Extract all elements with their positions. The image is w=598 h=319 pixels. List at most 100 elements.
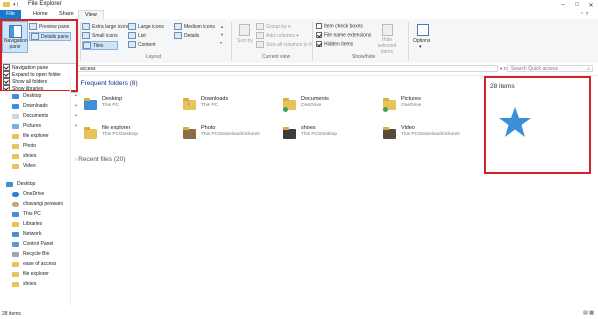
sidebar-item-pictures[interactable]: Pictures ✦ bbox=[12, 121, 78, 131]
show-hide-group-label: Show/hide bbox=[352, 54, 376, 60]
sync-check-icon bbox=[383, 107, 388, 112]
frequent-folders-header[interactable]: ⌄ Frequent folders (8) bbox=[75, 80, 138, 87]
ribbon: Navigation pane Preview pane Details pan… bbox=[0, 12, 598, 64]
layout-scroll-buttons[interactable]: ▲ ▼ ▾ bbox=[220, 23, 224, 47]
search-icon: ⌕ bbox=[587, 66, 590, 72]
quick-access-star-icon bbox=[499, 107, 531, 137]
sidebar-item-shoes[interactable]: shoes bbox=[12, 151, 36, 161]
add-columns-button[interactable]: Add columns ▾ bbox=[256, 32, 299, 39]
quick-access-toolbar[interactable]: ▾ | bbox=[13, 2, 18, 8]
folder-icon bbox=[12, 281, 19, 287]
window-title: File Explorer bbox=[28, 1, 62, 7]
file-name-extensions-checkbox[interactable] bbox=[316, 32, 322, 38]
folder-icon bbox=[12, 93, 19, 99]
pin-icon: ✦ bbox=[74, 113, 78, 118]
libraries-icon bbox=[12, 221, 19, 227]
collapse-ribbon-icon[interactable]: ⌃ ? bbox=[580, 12, 588, 18]
view-toggle-icons[interactable]: ▤ ▦ bbox=[583, 310, 594, 316]
hide-selected-items-icon bbox=[382, 24, 393, 36]
maximize-button[interactable]: □ bbox=[570, 0, 584, 10]
tab-file[interactable]: File bbox=[0, 10, 21, 19]
sidebar-item-this-pc[interactable]: This PC bbox=[12, 209, 41, 219]
pictures-icon bbox=[12, 123, 19, 129]
layout-tiles[interactable]: Tiles bbox=[82, 41, 119, 50]
layout-large-icons[interactable]: Large icons bbox=[128, 23, 164, 30]
folder-icon bbox=[84, 127, 97, 139]
recent-files-header[interactable]: › Recent files (20) bbox=[75, 156, 125, 163]
sidebar-item-onedrive[interactable]: OneDrive bbox=[12, 189, 44, 199]
layout-medium-icons[interactable]: Medium icons bbox=[174, 23, 215, 30]
sidebar-item-video[interactable]: Video bbox=[12, 161, 36, 171]
highlight-navigation-area bbox=[0, 19, 78, 92]
options-icon bbox=[417, 24, 429, 36]
file-name-extensions-toggle[interactable]: File name extensions bbox=[316, 32, 371, 38]
group-by-button[interactable]: Group by ▾ bbox=[256, 23, 290, 30]
folder-tile-file-explorer[interactable]: file explorer This PC\Desktop bbox=[84, 124, 174, 148]
hidden-items-checkbox[interactable] bbox=[316, 41, 322, 47]
cloud-icon bbox=[12, 191, 19, 197]
sidebar-item-downloads[interactable]: Downloads ✦ bbox=[12, 101, 78, 111]
pin-icon: ✦ bbox=[74, 123, 78, 128]
details-item-count: 28 items bbox=[490, 83, 515, 90]
size-all-columns-button[interactable]: Size all columns to fit bbox=[256, 41, 313, 48]
desktop-folder-icon bbox=[84, 98, 97, 110]
folder-tile-downloads[interactable]: ↓ Downloads This PC bbox=[183, 95, 273, 119]
sidebar-item-network[interactable]: Network bbox=[12, 229, 41, 239]
options-button[interactable]: Options ▾ bbox=[411, 21, 433, 51]
folder-icon bbox=[12, 163, 19, 169]
folder-tile-photo[interactable]: Photo This PC\Downloads\Shareit bbox=[183, 124, 283, 148]
address-bar-row: access ▾ ↻ Search Quick access ⌕ bbox=[0, 63, 598, 76]
sidebar-item-file-explorer-2[interactable]: file explorer bbox=[12, 269, 49, 279]
pin-icon: ✦ bbox=[74, 93, 78, 98]
address-bar[interactable]: access bbox=[76, 65, 498, 72]
folder-icon bbox=[12, 261, 19, 267]
sidebar-item-desktop[interactable]: Desktop bbox=[6, 179, 35, 189]
folder-icon bbox=[12, 271, 19, 277]
large-icons-icon bbox=[128, 23, 136, 30]
layout-small-icons[interactable]: Small icons bbox=[82, 32, 118, 39]
sidebar-item-libraries[interactable]: Libraries bbox=[12, 219, 42, 229]
layout-details[interactable]: Details bbox=[174, 32, 199, 39]
folder-tile-shoes[interactable]: shoes This PC\Desktop bbox=[283, 124, 373, 148]
sidebar-item-desktop-pinned[interactable]: Desktop ✦ bbox=[12, 91, 78, 101]
layout-content[interactable]: Content bbox=[128, 41, 156, 48]
sidebar-item-ease-of-access[interactable]: ease of access bbox=[12, 259, 56, 269]
tab-home[interactable]: Home bbox=[27, 10, 54, 19]
network-icon bbox=[12, 231, 19, 237]
layout-extra-large-icons[interactable]: Extra large icons bbox=[82, 23, 129, 30]
list-icon bbox=[128, 32, 136, 39]
sidebar-item-shoes-2[interactable]: shoes bbox=[12, 279, 36, 289]
sidebar-item-recycle-bin[interactable]: Recycle Bin bbox=[12, 249, 49, 259]
user-icon bbox=[12, 201, 19, 207]
close-button[interactable]: ✕ bbox=[584, 0, 598, 10]
sidebar-item-file-explorer[interactable]: file explorer bbox=[12, 131, 49, 141]
minimize-button[interactable]: – bbox=[556, 0, 570, 10]
content-icon bbox=[128, 41, 136, 48]
item-check-boxes-toggle[interactable]: Item check boxes bbox=[316, 23, 363, 29]
layout-list[interactable]: List bbox=[128, 32, 146, 39]
sidebar-item-photo[interactable]: Photo bbox=[12, 141, 36, 151]
folder-tile-video[interactable]: Video This PC\Downloads\Shareit bbox=[383, 124, 483, 148]
details-pane: 28 items bbox=[484, 76, 591, 174]
folder-tile-desktop[interactable]: Desktop This PC bbox=[84, 95, 174, 119]
sort-by-button[interactable]: Sort by bbox=[235, 21, 253, 51]
hide-selected-items-button[interactable]: Hide selected items bbox=[374, 21, 400, 55]
group-by-icon bbox=[256, 23, 264, 30]
search-box[interactable]: Search Quick access ⌕ bbox=[507, 65, 593, 72]
desktop-icon bbox=[6, 181, 13, 187]
tab-share[interactable]: Share bbox=[53, 10, 80, 19]
sidebar-item-user[interactable]: chavangi peswani bbox=[12, 199, 63, 209]
sidebar-item-control-panel[interactable]: Control Panel bbox=[12, 239, 53, 249]
sidebar-divider bbox=[70, 76, 71, 306]
size-columns-icon bbox=[256, 41, 264, 48]
hidden-items-toggle[interactable]: Hidden items bbox=[316, 41, 353, 47]
item-check-boxes-checkbox[interactable] bbox=[316, 23, 322, 29]
control-panel-icon bbox=[12, 241, 19, 247]
folder-tile-documents[interactable]: Documents OneDrive bbox=[283, 95, 373, 119]
navigation-pane: Desktop ✦ Downloads ✦ Documents ✦ Pictures ✦… bbox=[0, 91, 78, 309]
folder-tile-pictures[interactable]: Pictures OneDrive bbox=[383, 95, 473, 119]
status-item-count: 28 items bbox=[2, 311, 21, 317]
folder-icon bbox=[12, 143, 19, 149]
sort-by-icon bbox=[239, 24, 250, 36]
sidebar-item-documents[interactable]: Documents ✦ bbox=[12, 111, 78, 121]
